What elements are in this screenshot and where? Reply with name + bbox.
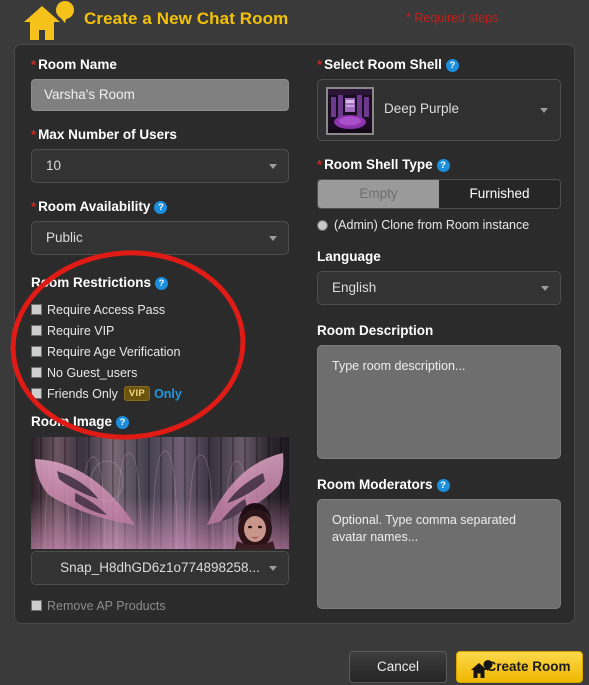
help-icon[interactable]: ? [155, 277, 169, 290]
language-value: English [332, 280, 377, 295]
required-asterisk: * [317, 157, 323, 172]
checkbox-icon[interactable] [31, 325, 42, 336]
required-asterisk: * [31, 199, 37, 214]
room-description-label: Room Description [317, 323, 561, 339]
room-image-preview[interactable] [31, 437, 289, 549]
restriction-friends-only[interactable]: Friends Only VIP Only [31, 385, 289, 402]
restriction-no-guest-users[interactable]: No Guest_users [31, 364, 289, 381]
chevron-down-icon [540, 108, 548, 113]
restriction-suffix: Only [154, 386, 182, 401]
app-header: Create a New Chat Room * Required steps [0, 0, 589, 44]
create-room-button-label: Create Room [486, 659, 571, 674]
checkbox-icon[interactable] [31, 600, 42, 611]
room-shell-type-label-text: Room Shell Type [324, 157, 433, 172]
form-panel: * Room Name Varsha's Room * Max Number of … [14, 44, 575, 624]
checkbox-icon[interactable] [31, 367, 42, 378]
room-image-label: Room Image? [31, 414, 289, 430]
chevron-down-icon [269, 236, 277, 241]
create-room-button[interactable]: Create Room [456, 651, 583, 683]
chevron-down-icon [541, 286, 549, 291]
room-moderators-textarea[interactable]: Optional. Type comma separated avatar na… [317, 499, 561, 609]
room-image-filename: Snap_H8dhGD6z1o774898258... [60, 560, 260, 575]
help-icon[interactable]: ? [154, 201, 168, 214]
restriction-label: Require Access Pass [47, 302, 166, 317]
restriction-label: Require Age Verification [47, 344, 181, 359]
room-availability-label-text: Room Availability [38, 199, 151, 214]
remove-ap-products-row[interactable]: Remove AP Products [31, 597, 289, 614]
room-shell-type-label: * Room Shell Type? [317, 157, 561, 173]
restriction-label: No Guest_users [47, 365, 138, 380]
required-asterisk: * [317, 57, 323, 72]
room-shell-select[interactable]: Deep Purple [317, 79, 561, 141]
max-users-label-text: Max Number of Users [38, 127, 177, 142]
room-restrictions-label: Room Restrictions? [31, 275, 289, 291]
shell-type-option-empty[interactable]: Empty [318, 180, 439, 208]
room-restrictions-label-text: Room Restrictions [31, 275, 152, 290]
room-image-file-select[interactable]: Snap_H8dhGD6z1o774898258... [31, 551, 289, 585]
chevron-down-icon [269, 164, 277, 169]
restriction-require-access-pass[interactable]: Require Access Pass [31, 301, 289, 318]
max-users-label: * Max Number of Users [31, 127, 289, 143]
room-shell-type-toggle[interactable]: Empty Furnished [317, 179, 561, 209]
house-chat-icon [471, 659, 493, 685]
cancel-button[interactable]: Cancel [349, 651, 447, 683]
restriction-require-vip[interactable]: Require VIP [31, 322, 289, 339]
language-label-text: Language [317, 249, 381, 264]
room-availability-value: Public [46, 230, 83, 245]
room-image-label-text: Room Image [31, 414, 113, 429]
language-select[interactable]: English [317, 271, 561, 305]
checkbox-icon[interactable] [31, 304, 42, 315]
remove-ap-products-label: Remove AP Products [47, 598, 166, 613]
language-label: Language [317, 249, 561, 265]
page-title: Create a New Chat Room [84, 9, 289, 28]
radio-icon[interactable] [317, 219, 328, 231]
room-availability-select[interactable]: Public [31, 221, 289, 255]
required-asterisk: * [31, 57, 37, 72]
footer-actions: Cancel Create Room [0, 624, 589, 685]
restriction-label: Require VIP [47, 323, 115, 338]
left-column: * Room Name Varsha's Room * Max Number of … [31, 57, 289, 618]
help-icon[interactable]: ? [436, 479, 450, 492]
clone-from-room-instance-label: (Admin) Clone from Room instance [334, 218, 530, 232]
room-description-textarea[interactable]: Type room description... [317, 345, 561, 459]
checkbox-icon[interactable] [31, 388, 42, 399]
room-name-label: * Room Name [31, 57, 289, 73]
right-column: * Select Room Shell? Deep Purple * Room … [317, 57, 561, 609]
required-asterisk: * [31, 127, 37, 142]
required-steps-note: * Required steps [406, 11, 499, 25]
max-users-select[interactable]: 10 [31, 149, 289, 183]
checkbox-icon[interactable] [31, 346, 42, 357]
help-icon[interactable]: ? [116, 416, 130, 429]
vip-badge: VIP [123, 386, 151, 401]
max-users-value: 10 [46, 158, 62, 173]
room-name-label-text: Room Name [38, 57, 117, 72]
room-description-label-text: Room Description [317, 323, 434, 338]
chevron-down-icon [269, 566, 277, 571]
room-availability-label: * Room Availability? [31, 199, 289, 215]
room-shell-value: Deep Purple [384, 101, 460, 116]
room-shell-label: * Select Room Shell? [317, 57, 561, 73]
help-icon[interactable]: ? [436, 159, 450, 172]
house-chat-logo-icon [18, 1, 80, 41]
purple-club-thumbnail-icon [326, 87, 374, 135]
help-icon[interactable]: ? [445, 59, 459, 72]
room-name-input[interactable]: Varsha's Room [31, 79, 289, 111]
clone-from-room-instance-row[interactable]: (Admin) Clone from Room instance [317, 217, 561, 233]
restriction-label: Friends Only [47, 386, 118, 401]
room-moderators-label-text: Room Moderators [317, 477, 433, 492]
room-shell-label-text: Select Room Shell [324, 57, 442, 72]
shell-type-option-furnished[interactable]: Furnished [439, 180, 560, 208]
restriction-require-age-verification[interactable]: Require Age Verification [31, 343, 289, 360]
room-moderators-label: Room Moderators? [317, 477, 561, 493]
create-chat-room-screen: Create a New Chat Room * Required steps … [0, 0, 589, 685]
